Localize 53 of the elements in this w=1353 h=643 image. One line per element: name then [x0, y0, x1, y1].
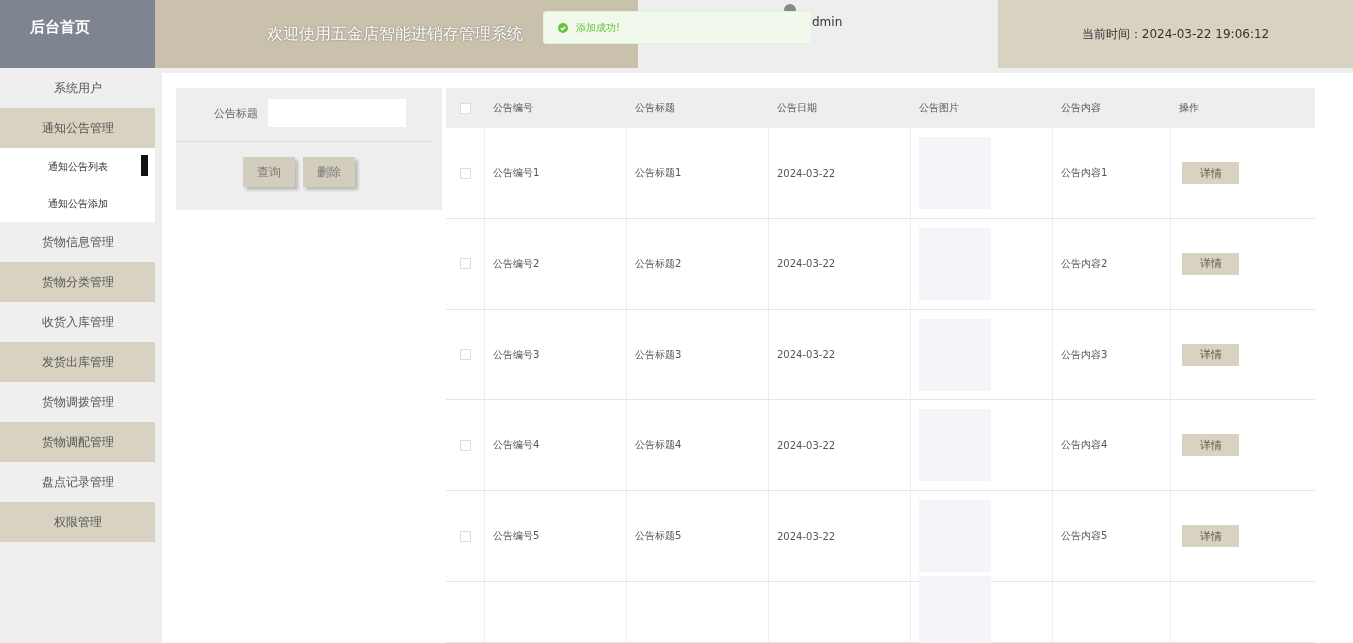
table-cell: 公告内容5: [1061, 529, 1108, 544]
details-button[interactable]: 详情: [1182, 434, 1239, 457]
success-toast: 添加成功!: [543, 11, 812, 44]
table-cell: 公告标题4: [635, 438, 682, 453]
checkbox[interactable]: [459, 349, 471, 361]
checkbox[interactable]: [459, 167, 471, 179]
table-cell: 公告编号1: [493, 166, 540, 180]
table-cell: 2024-03-22: [777, 349, 836, 361]
table-cell: 公告内容2: [1061, 256, 1108, 271]
table-cell: 公告标题5: [635, 529, 682, 544]
user-name[interactable]: dmin: [812, 15, 843, 29]
column-header: 公告标题: [635, 101, 675, 116]
details-button[interactable]: 详情: [1182, 525, 1239, 548]
table-cell: 公告编号5: [493, 529, 540, 544]
table-cell: 2024-03-22: [777, 258, 836, 270]
table-cell: 2024-03-22: [777, 167, 836, 179]
menu-item[interactable]: 权限管理: [0, 502, 155, 542]
logo-text[interactable]: 后台首页: [0, 0, 155, 68]
action-button[interactable]: 查询: [243, 157, 295, 187]
column-header: 公告图片: [919, 101, 959, 116]
selected-indicator: [141, 155, 148, 176]
checkbox[interactable]: [459, 102, 471, 114]
menu-item[interactable]: 发货出库管理: [0, 342, 155, 382]
details-button[interactable]: 详情: [1182, 343, 1239, 366]
table-cell: 2024-03-22: [777, 530, 836, 542]
column-header: 操作: [1179, 101, 1199, 116]
details-button[interactable]: 详情: [1182, 252, 1239, 275]
column-header: 公告日期: [777, 101, 817, 116]
current-time: 当前时间：2024-03-22 19:06:12: [998, 0, 1353, 68]
table-cell: 公告标题2: [635, 256, 682, 271]
table-cell: 公告编号3: [493, 347, 540, 362]
submenu-item[interactable]: 通知公告添加: [0, 185, 155, 222]
checkbox[interactable]: [459, 439, 471, 451]
check-icon: [558, 22, 568, 33]
checkbox[interactable]: [459, 258, 471, 270]
field-label: 公告标题: [214, 105, 258, 121]
menu-item[interactable]: 通知公告管理: [0, 108, 155, 148]
checkbox[interactable]: [459, 530, 471, 542]
table-cell: 公告内容3: [1061, 347, 1108, 362]
submenu-item[interactable]: 通知公告列表: [0, 148, 155, 185]
table-cell: 2024-03-22: [777, 439, 836, 451]
table-cell: 公告内容4: [1061, 438, 1108, 453]
menu-item[interactable]: 货物调配管理: [0, 422, 155, 462]
column-header: 公告内容: [1061, 101, 1101, 116]
table-cell: 公告标题3: [635, 347, 682, 362]
table-cell: 公告编号2: [493, 256, 540, 271]
menu-item[interactable]: 货物分类管理: [0, 262, 155, 302]
table-cell: 公告标题1: [635, 166, 682, 180]
column-header: 公告编号: [493, 101, 533, 116]
action-button[interactable]: 删除: [303, 157, 355, 187]
table-cell: 公告编号4: [493, 438, 540, 453]
table-cell: 公告内容1: [1061, 166, 1108, 180]
details-button[interactable]: 详情: [1182, 162, 1239, 184]
